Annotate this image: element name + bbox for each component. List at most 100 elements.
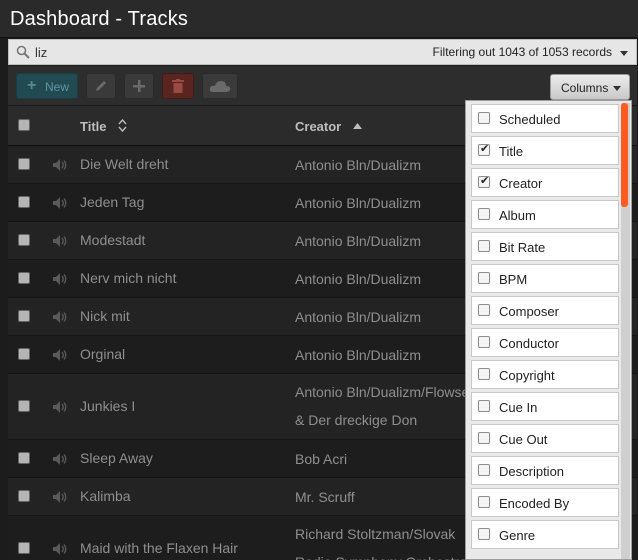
track-creator: Antonio Bln/Dualizm <box>295 195 422 211</box>
column-option-label: Bit Rate <box>499 240 546 255</box>
column-option-checkbox[interactable] <box>478 528 490 540</box>
column-option-scheduled[interactable]: Scheduled <box>471 104 619 133</box>
column-option-cue-out[interactable]: Cue Out <box>471 424 619 453</box>
column-option-bpm[interactable]: BPM <box>471 264 619 293</box>
new-button[interactable]: + New <box>16 73 78 99</box>
window-title: Dashboard - Tracks <box>10 8 189 30</box>
column-option-checkbox[interactable]: ✔ <box>478 143 490 156</box>
row-checkbox[interactable] <box>18 452 30 464</box>
column-option-copyright[interactable]: Copyright <box>471 360 619 389</box>
row-checkbox[interactable] <box>18 490 30 502</box>
row-checkbox[interactable] <box>18 158 30 170</box>
new-button-label: New <box>45 80 70 94</box>
column-option-label: Copyright <box>499 368 555 383</box>
column-option-label: Genre <box>499 528 536 543</box>
column-option-label: Album <box>499 208 536 223</box>
column-option-checkbox[interactable] <box>478 272 490 284</box>
search-input[interactable] <box>35 43 315 61</box>
soundcloud-button[interactable] <box>202 73 238 99</box>
track-creator: Radio Symphony Orchestra <box>295 548 467 560</box>
speaker-icon[interactable] <box>52 490 68 504</box>
track-creator: Antonio Bln/Dualizm <box>295 347 422 363</box>
row-checkbox[interactable] <box>18 348 30 360</box>
speaker-icon[interactable] <box>52 400 68 414</box>
column-option-conductor[interactable]: Conductor <box>471 328 619 357</box>
select-all-checkbox[interactable] <box>18 119 30 131</box>
column-option-checkbox[interactable] <box>478 432 490 444</box>
column-option-checkbox[interactable]: ✔ <box>478 175 490 188</box>
speaker-icon[interactable] <box>52 542 68 556</box>
track-title: Die Welt dreht <box>80 156 169 172</box>
column-option-label: Creator <box>499 176 543 191</box>
chevron-down-icon <box>613 86 621 91</box>
track-creator: Bob Acri <box>295 451 348 467</box>
search-icon <box>16 45 30 59</box>
column-option-checkbox[interactable] <box>478 112 490 124</box>
track-creator: Mr. Scruff <box>295 489 355 505</box>
row-checkbox[interactable] <box>18 310 30 322</box>
column-option-cue-in[interactable]: Cue In <box>471 392 619 421</box>
columns-menu: Genre Encoded By Description Cue Out Cue In C… <box>465 100 632 560</box>
column-option-checkbox[interactable] <box>478 240 490 252</box>
column-header-creator[interactable]: Creator <box>295 119 341 134</box>
column-option-checkbox[interactable] <box>478 304 490 316</box>
checkmark-icon: ✔ <box>480 143 490 155</box>
track-creator: & Der dreckige Don <box>295 412 418 428</box>
speaker-icon[interactable] <box>52 272 68 286</box>
add-to-button[interactable] <box>124 73 154 99</box>
trash-icon <box>172 79 184 93</box>
speaker-icon[interactable] <box>52 348 68 362</box>
column-option-bit-rate[interactable]: Bit Rate <box>471 232 619 261</box>
column-option-label: Scheduled <box>499 112 561 127</box>
track-title: Junkies I <box>80 398 136 414</box>
sort-ascending-icon[interactable] <box>353 123 362 129</box>
speaker-icon[interactable] <box>52 196 68 210</box>
column-option-title[interactable]: ✔ Title <box>471 136 619 165</box>
column-option-checkbox[interactable] <box>478 464 490 476</box>
track-creator: Antonio Bln/Dualizm <box>295 309 422 325</box>
row-checkbox[interactable] <box>18 542 30 554</box>
sort-both-icon[interactable] <box>118 119 127 132</box>
track-title: Sleep Away <box>80 450 153 466</box>
column-option-checkbox[interactable] <box>478 208 490 220</box>
speaker-icon[interactable] <box>52 234 68 248</box>
row-checkbox[interactable] <box>18 234 30 246</box>
track-title: Maid with the Flaxen Hair <box>80 540 238 556</box>
track-title: Kalimba <box>80 488 131 504</box>
filter-status: Filtering out 1043 of 1053 records <box>432 45 612 59</box>
column-option-checkbox[interactable] <box>478 336 490 348</box>
speaker-icon[interactable] <box>52 452 68 466</box>
column-option-label: Composer <box>499 304 559 319</box>
speaker-icon[interactable] <box>52 310 68 324</box>
column-header-title[interactable]: Title <box>80 119 107 134</box>
filter-dropdown-caret-icon[interactable] <box>620 51 628 56</box>
column-option-label: BPM <box>499 272 528 287</box>
columns-button[interactable]: Columns <box>550 74 630 100</box>
column-option-checkbox[interactable] <box>478 368 490 380</box>
track-creator: Antonio Bln/Dualizm/Flowse <box>295 384 470 400</box>
column-option-genre[interactable]: Genre <box>471 520 619 549</box>
column-option-composer[interactable]: Composer <box>471 296 619 325</box>
plus-icon: + <box>27 77 37 94</box>
column-option-label: Cue Out <box>499 432 548 447</box>
column-option-checkbox[interactable] <box>478 400 490 412</box>
speaker-icon[interactable] <box>52 158 68 172</box>
track-title: Jeden Tag <box>80 194 145 210</box>
delete-button[interactable] <box>162 73 194 99</box>
column-option-encoded-by[interactable]: Encoded By <box>471 488 619 517</box>
column-option-checkbox[interactable] <box>478 496 490 508</box>
row-checkbox[interactable] <box>18 272 30 284</box>
columns-menu-scrollbar-thumb[interactable] <box>621 103 628 207</box>
track-creator: Antonio Bln/Dualizm <box>295 157 422 173</box>
row-checkbox[interactable] <box>18 196 30 208</box>
column-option-album[interactable]: Album <box>471 200 619 229</box>
row-checkbox[interactable] <box>18 400 30 412</box>
edit-button[interactable] <box>86 73 116 99</box>
column-option-label: Description <box>499 464 565 479</box>
track-title: Nerv mich nicht <box>80 270 177 286</box>
search-bar: Filtering out 1043 of 1053 records <box>8 39 637 65</box>
track-creator: Antonio Bln/Dualizm <box>295 271 422 287</box>
column-option-creator[interactable]: ✔ Creator <box>471 168 619 197</box>
column-option-description[interactable]: Description <box>471 456 619 485</box>
plus-icon <box>133 80 145 92</box>
